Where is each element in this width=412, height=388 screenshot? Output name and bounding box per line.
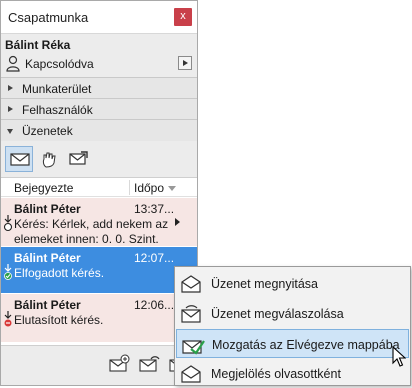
menu-item-label: Üzenet megnyitása [211,277,319,291]
message-body: Elfogadott kérés. [14,266,105,280]
title-bar: Csapatmunka x [1,1,197,34]
reply-message-icon[interactable] [139,354,161,374]
envelope-open-icon [181,275,201,293]
message-sender: Bálint Péter [14,298,81,312]
outbox-icon [69,151,88,165]
column-separator [129,180,130,195]
section-label: Munkaterület [22,82,92,96]
menu-item-reply-message[interactable]: Üzenet megválaszolása [176,299,409,328]
menu-item-mark-as-read[interactable]: Megjelölés olvasottként [176,359,409,388]
column-header-posted-by[interactable]: Bejegyezte [14,181,73,195]
message-time: 12:06... [134,298,175,312]
message-time: 13:37... [134,202,175,216]
mark-read-icon [181,365,201,383]
list-item[interactable]: Bálint Péter 12:07... Elfogadott kérés. [1,247,197,293]
collapse-arrow-icon [7,129,13,134]
menu-item-label: Mozgatás az Elvégezve mappába [212,338,400,352]
request-button[interactable] [35,146,63,172]
expand-arrow-icon [8,106,13,112]
list-item[interactable]: Bálint Péter 12:06... Elutasított kérés. [1,294,197,342]
envelope-reply-icon [181,305,201,323]
accepted-icon [4,264,12,280]
sort-arrow-icon [168,186,176,191]
status-menu-button[interactable] [178,56,192,70]
section-users[interactable]: Felhasználók [1,98,197,120]
move-to-done-icon [182,340,205,355]
message-body: Kérés: Kérlek, add nekem az elemeket inn… [14,217,169,246]
mouse-pointer-icon [392,346,406,367]
user-name: Bálint Réka [5,38,71,52]
outbox-button[interactable] [65,146,93,172]
message-sender: Bálint Péter [14,251,81,265]
pending-request-icon [3,215,13,232]
row-pointer-icon [175,218,180,226]
menu-item-move-to-done[interactable]: Mozgatás az Elvégezve mappába [176,329,409,358]
connection-status-row: Kapcsolódva [1,55,197,73]
column-header-time[interactable]: Időpo [134,181,164,195]
connection-status: Kapcsolódva [25,57,94,71]
messages-toolbar [1,143,197,175]
bottom-toolbar [1,345,197,385]
context-menu: Üzenet megnyitása Üzenet megválaszolása … [174,266,411,386]
user-icon [5,55,21,75]
section-label: Felhasználók [22,103,93,117]
hand-icon [42,152,56,168]
inbox-button[interactable] [5,146,33,172]
message-list: Bejegyezte Időpo Bálint Péter 13:37... K… [1,177,197,345]
menu-item-open-message[interactable]: Üzenet megnyitása [176,269,409,298]
list-header: Bejegyezte Időpo [1,178,197,197]
message-time: 12:07... [134,251,175,265]
list-item[interactable]: Bálint Péter 13:37... Kérés: Kérlek, add… [1,198,197,246]
inbox-icon [10,153,30,166]
menu-item-label: Megjelölés olvasottként [211,367,341,381]
expand-arrow-icon [8,85,13,91]
section-messages[interactable]: Üzenetek [1,119,197,141]
section-label: Üzenetek [22,124,73,138]
panel-title: Csapatmunka [8,10,89,25]
section-workspace[interactable]: Munkaterület [1,77,197,99]
rejected-icon [4,311,12,327]
message-sender: Bálint Péter [14,202,81,216]
new-message-icon[interactable] [109,354,131,374]
close-button[interactable]: x [174,8,192,26]
menu-item-label: Üzenet megválaszolása [211,307,344,321]
message-body: Elutasított kérés. [14,313,104,327]
teamwork-panel: Csapatmunka x Bálint Réka Kapcsolódva Mu… [0,0,198,386]
